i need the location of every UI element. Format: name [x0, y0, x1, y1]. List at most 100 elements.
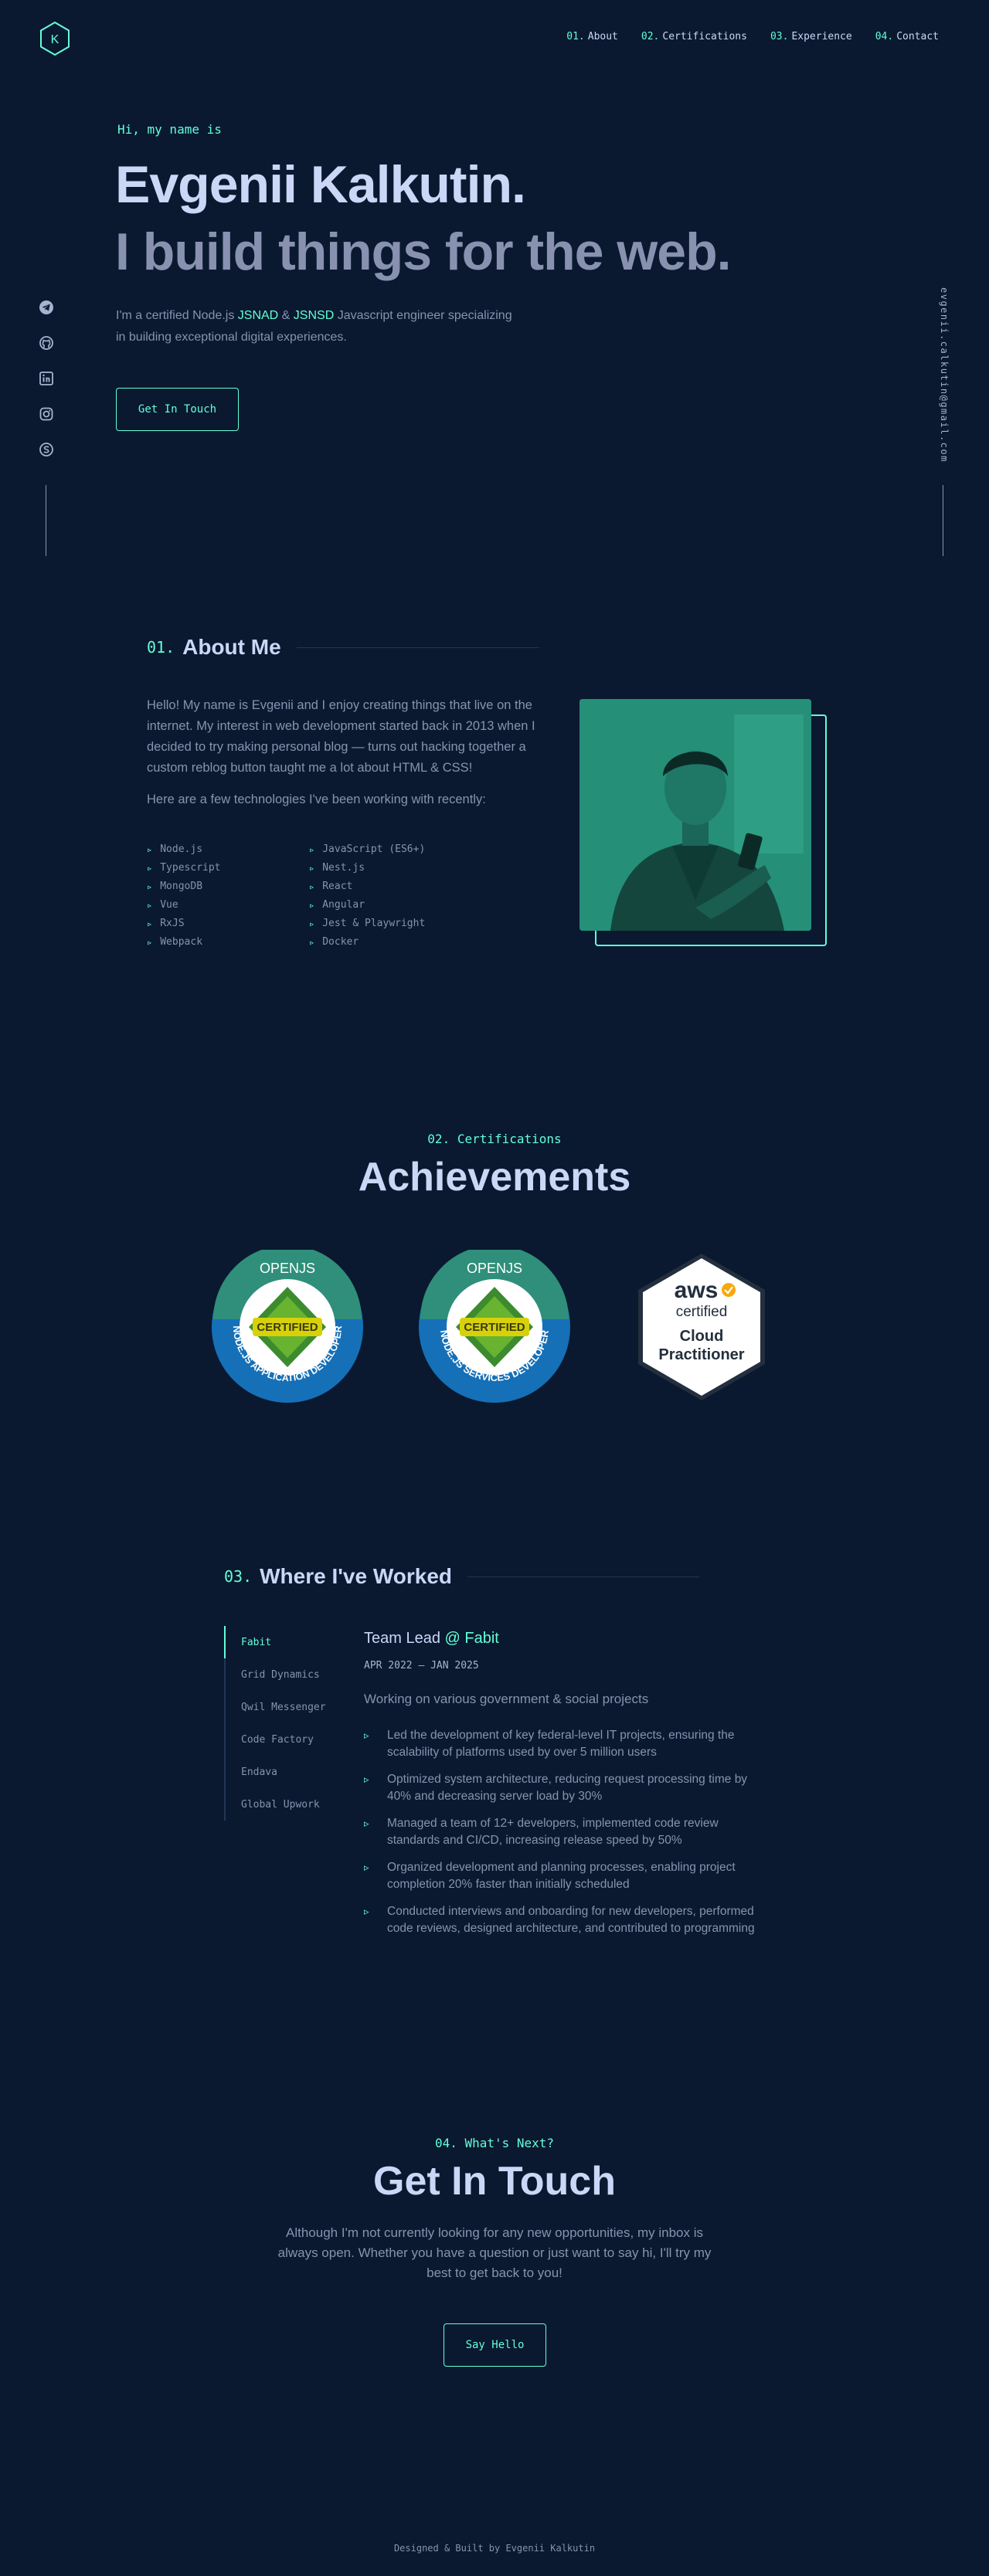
aws-badge-icon: aws certified Cloud Practitioner: [638, 1254, 765, 1400]
tab-fabit[interactable]: Fabit: [224, 1626, 340, 1658]
list-item: ▹ Typescript: [147, 862, 221, 874]
experience-tabs: Fabit Grid Dynamics Qwil Messenger Code …: [224, 1626, 340, 1821]
list-item: ▹ Angular: [309, 899, 365, 911]
list-item: ▹ Nest.js: [309, 862, 365, 874]
tab-qwil-messenger[interactable]: Qwil Messenger: [226, 1691, 340, 1723]
svg-text:OPENJS: OPENJS: [467, 1261, 522, 1276]
tab-grid-dynamics[interactable]: Grid Dynamics: [226, 1658, 340, 1691]
triangle-bullet-icon: ▹: [147, 936, 153, 948]
say-hello-button[interactable]: Say Hello: [444, 2323, 546, 2367]
svg-text:Practitioner: Practitioner: [658, 1346, 744, 1363]
nav-link-certifications[interactable]: 02. Certifications: [641, 31, 747, 42]
list-item: ▹ Conducted interviews and onboarding for…: [364, 1905, 755, 1935]
contact-title: Get In Touch: [373, 2159, 616, 2204]
about-section-title: About Me: [182, 635, 281, 659]
triangle-bullet-icon: ▹: [147, 862, 153, 874]
triangle-bullet-icon: ▹: [364, 1773, 369, 1785]
experience-section-number: 03.: [224, 1567, 253, 1586]
hero-description: I'm a certified Node.js JSNAD & JSNSD Ja…: [116, 309, 512, 344]
list-item: ▹ Node.js: [147, 843, 203, 855]
contact-overline: 04. What's Next?: [434, 2136, 555, 2150]
experience-heading-rule: [467, 1576, 700, 1577]
triangle-bullet-icon: ▹: [364, 1729, 369, 1741]
instagram-icon: [39, 407, 53, 421]
triangle-bullet-icon: ▹: [309, 862, 315, 874]
skype-link[interactable]: [39, 442, 54, 457]
certs-overline: 02. Certifications: [427, 1132, 562, 1146]
tab-code-factory[interactable]: Code Factory: [226, 1723, 340, 1756]
jsnad-link[interactable]: JSNAD: [238, 309, 278, 322]
nav-link-contact[interactable]: 04. Contact: [875, 31, 939, 42]
tab-endava[interactable]: Endava: [226, 1756, 340, 1788]
hero-tagline: I build things for the web.: [115, 222, 732, 281]
job-points: ▹ Led the development of key federal-leve…: [364, 1727, 766, 1937]
triangle-bullet-icon: ▹: [309, 843, 315, 855]
nav-links: 01. About 02. Certifications 03. Experience…: [566, 31, 939, 42]
linkedin-link[interactable]: [39, 371, 54, 386]
footer-credit[interactable]: Designed & Built by Evgenii Kalkutin: [0, 2543, 989, 2554]
svg-text:CERTIFIED: CERTIFIED: [464, 1321, 525, 1334]
triangle-bullet-icon: ▹: [147, 843, 153, 855]
hero-name: Evgenii Kalkutin.: [115, 155, 526, 214]
job-title: Team Lead @ Fabit: [364, 1630, 499, 1647]
tech-list: ▹ Node.js ▹ JavaScript (ES6+) ▹ Typescript …: [147, 843, 456, 948]
about-text: Hello! My name is Evgenii and I enjoy cr…: [147, 695, 549, 821]
list-item: ▹ Led the development of key federal-leve…: [364, 1729, 735, 1759]
list-item: ▹ React: [309, 881, 353, 892]
nav-link-about[interactable]: 01. About: [566, 31, 618, 42]
portrait-illustration: [579, 699, 811, 931]
list-item: ▹ Webpack: [147, 936, 203, 948]
svg-text:certified: certified: [676, 1304, 728, 1320]
github-icon: [39, 336, 53, 350]
openjs-badge-icon: CERTIFIED OPENJS NODE.JS SERVICES DEVELO…: [419, 1245, 570, 1403]
list-item: ▹ Vue: [147, 899, 178, 911]
telegram-link[interactable]: [39, 300, 54, 315]
certs-title: Achievements: [358, 1155, 631, 1200]
linkedin-icon: [39, 372, 53, 385]
list-item: ▹ MongoDB: [147, 881, 203, 892]
openjs-badge-icon: CERTIFIED OPENJS NODE.JS APPLICATION DEV…: [212, 1245, 363, 1403]
experience-heading: 03. Where I've Worked: [224, 1564, 700, 1589]
company-link[interactable]: @ Fabit: [445, 1630, 499, 1647]
list-item: ▹ RxJS: [147, 918, 185, 929]
job-date-range: APR 2022 — JAN 2025: [364, 1660, 479, 1672]
svg-text:Cloud: Cloud: [680, 1328, 724, 1345]
triangle-bullet-icon: ▹: [309, 918, 315, 929]
hero-intro: Hi, my name is: [117, 122, 222, 137]
list-item: ▹ JavaScript (ES6+): [309, 843, 426, 855]
about-section-number: 01.: [147, 638, 175, 657]
badge-nodejs-services-developer[interactable]: CERTIFIED OPENJS NODE.JS SERVICES DEVELO…: [417, 1245, 572, 1404]
navbar: K 01. About 02. Certifications 03. Experien…: [0, 0, 989, 74]
logo-link[interactable]: K: [39, 21, 71, 56]
instagram-link[interactable]: [39, 406, 54, 422]
profile-photo: [579, 699, 811, 931]
triangle-bullet-icon: ▹: [309, 936, 315, 948]
job-panel: Team Lead @ Fabit APR 2022 — JAN 2025 Wo…: [364, 1630, 766, 1947]
triangle-bullet-icon: ▹: [309, 899, 315, 911]
tab-global-upwork[interactable]: Global Upwork: [226, 1788, 340, 1821]
triangle-bullet-icon: ▹: [147, 918, 153, 929]
get-in-touch-button[interactable]: Get In Touch: [116, 388, 239, 431]
list-item: ▹ Docker: [309, 936, 359, 948]
triangle-bullet-icon: ▹: [147, 881, 153, 892]
contact-text: Although I'm not currently looking for a…: [277, 2225, 712, 2280]
hexagon-logo-icon: K: [40, 21, 70, 56]
nav-link-experience[interactable]: 03. Experience: [770, 31, 852, 42]
about-heading-rule: [296, 647, 539, 648]
triangle-bullet-icon: ▹: [364, 1906, 369, 1917]
list-item: ▹ Organized development and planning proc…: [364, 1861, 736, 1891]
badge-aws-cloud-practitioner[interactable]: aws certified Cloud Practitioner: [624, 1250, 779, 1404]
about-paragraph-1: Hello! My name is Evgenii and I enjoy cr…: [147, 698, 535, 775]
svg-text:aws: aws: [675, 1278, 719, 1303]
jsnsd-link[interactable]: JSNSD: [294, 309, 334, 322]
triangle-bullet-icon: ▹: [309, 881, 315, 892]
triangle-bullet-icon: ▹: [364, 1862, 369, 1873]
side-email-link[interactable]: evgenii.calkutin@gmail.com: [935, 287, 953, 469]
badge-nodejs-application-developer[interactable]: CERTIFIED OPENJS NODE.JS APPLICATION DEV…: [210, 1245, 365, 1404]
social-links: [36, 300, 57, 457]
triangle-bullet-icon: ▹: [147, 899, 153, 911]
telegram-icon: [39, 300, 53, 314]
github-link[interactable]: [39, 335, 54, 351]
about-heading: 01. About Me: [147, 635, 539, 660]
triangle-bullet-icon: ▹: [364, 1817, 369, 1829]
